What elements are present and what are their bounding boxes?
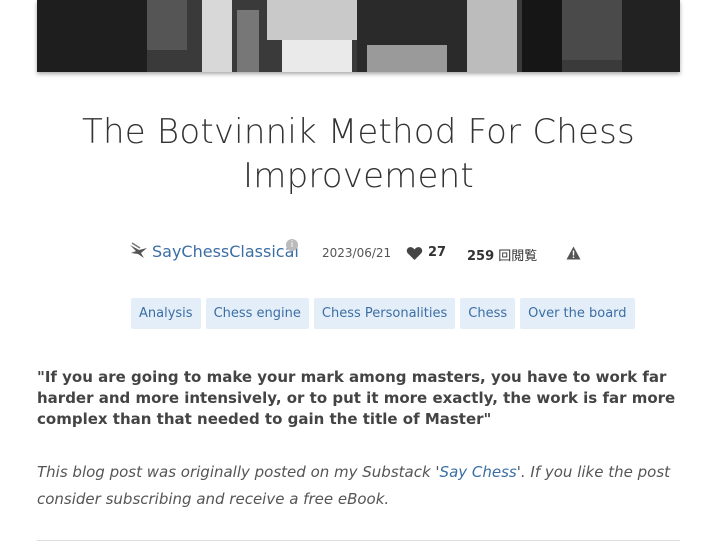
info-icon[interactable]: i: [286, 239, 298, 251]
tag-chess-engine[interactable]: Chess engine: [205, 298, 309, 329]
post-meta: SayChessClassical i 2023/06/21 27 259 回閲…: [0, 238, 720, 268]
substack-link[interactable]: Say Chess: [440, 463, 517, 481]
hero-image: [37, 0, 680, 72]
views-label: 回閲覧: [494, 249, 538, 264]
tag-list: Analysis Chess engine Chess Personalitie…: [131, 298, 635, 329]
tag-chess-personalities[interactable]: Chess Personalities: [313, 298, 456, 329]
tag-over-the-board[interactable]: Over the board: [520, 298, 635, 329]
note-text-before: This blog post was originally posted on …: [37, 463, 440, 481]
bird-icon: [129, 241, 149, 264]
view-count: 259 回閲覧: [467, 245, 537, 264]
likes-count: 27: [428, 245, 447, 260]
post-date: 2023/06/21: [322, 246, 392, 260]
substack-note: This blog post was originally posted on …: [37, 459, 677, 513]
hero-photo: [37, 0, 680, 72]
author-link[interactable]: SayChessClassical: [152, 242, 299, 261]
heart-icon[interactable]: [406, 246, 423, 266]
post-title: The Botvinnik Method For Chess Improveme…: [82, 112, 635, 196]
tag-chess[interactable]: Chess: [460, 298, 516, 329]
views-number: 259: [467, 249, 495, 264]
tag-analysis[interactable]: Analysis: [131, 298, 201, 329]
opening-quote: "If you are going to make your mark amon…: [37, 368, 676, 428]
divider: [37, 540, 680, 541]
warning-icon[interactable]: [566, 246, 581, 265]
